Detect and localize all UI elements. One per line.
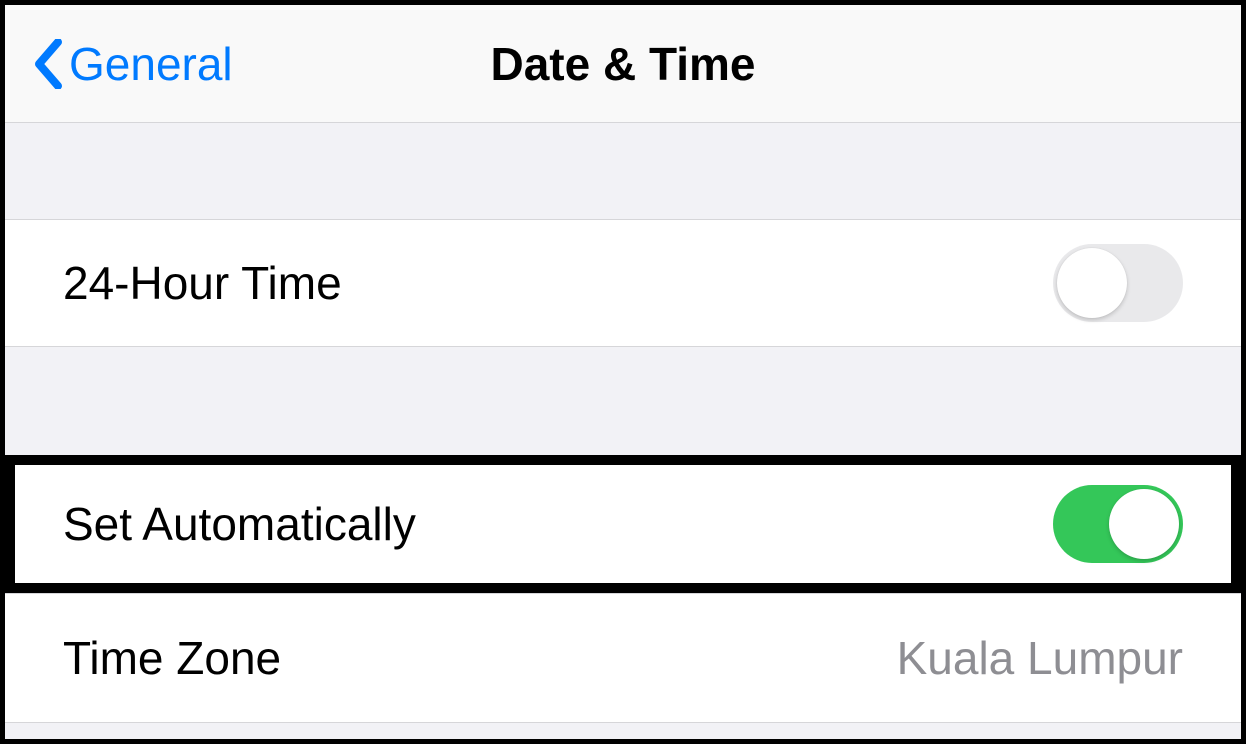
row-label: Set Automatically <box>63 497 416 551</box>
section-spacer <box>5 123 1241 219</box>
row-time-zone[interactable]: Time Zone Kuala Lumpur <box>5 593 1241 723</box>
toggle-knob <box>1109 489 1179 559</box>
back-label: General <box>69 37 233 91</box>
row-24-hour-time[interactable]: 24-Hour Time <box>5 219 1241 347</box>
row-set-automatically[interactable]: Set Automatically <box>15 465 1231 583</box>
highlighted-row: Set Automatically <box>5 455 1241 593</box>
time-zone-value: Kuala Lumpur <box>897 631 1183 685</box>
toggle-set-automatically[interactable] <box>1053 485 1183 563</box>
row-label: 24-Hour Time <box>63 256 342 310</box>
navigation-bar: General Date & Time <box>5 5 1241 123</box>
settings-screen: General Date & Time 24-Hour Time Set Aut… <box>0 0 1246 744</box>
back-button[interactable]: General <box>33 5 233 122</box>
section-spacer <box>5 347 1241 455</box>
row-label: Time Zone <box>63 631 281 685</box>
chevron-left-icon <box>33 39 63 89</box>
toggle-24-hour-time[interactable] <box>1053 244 1183 322</box>
toggle-knob <box>1057 248 1127 318</box>
